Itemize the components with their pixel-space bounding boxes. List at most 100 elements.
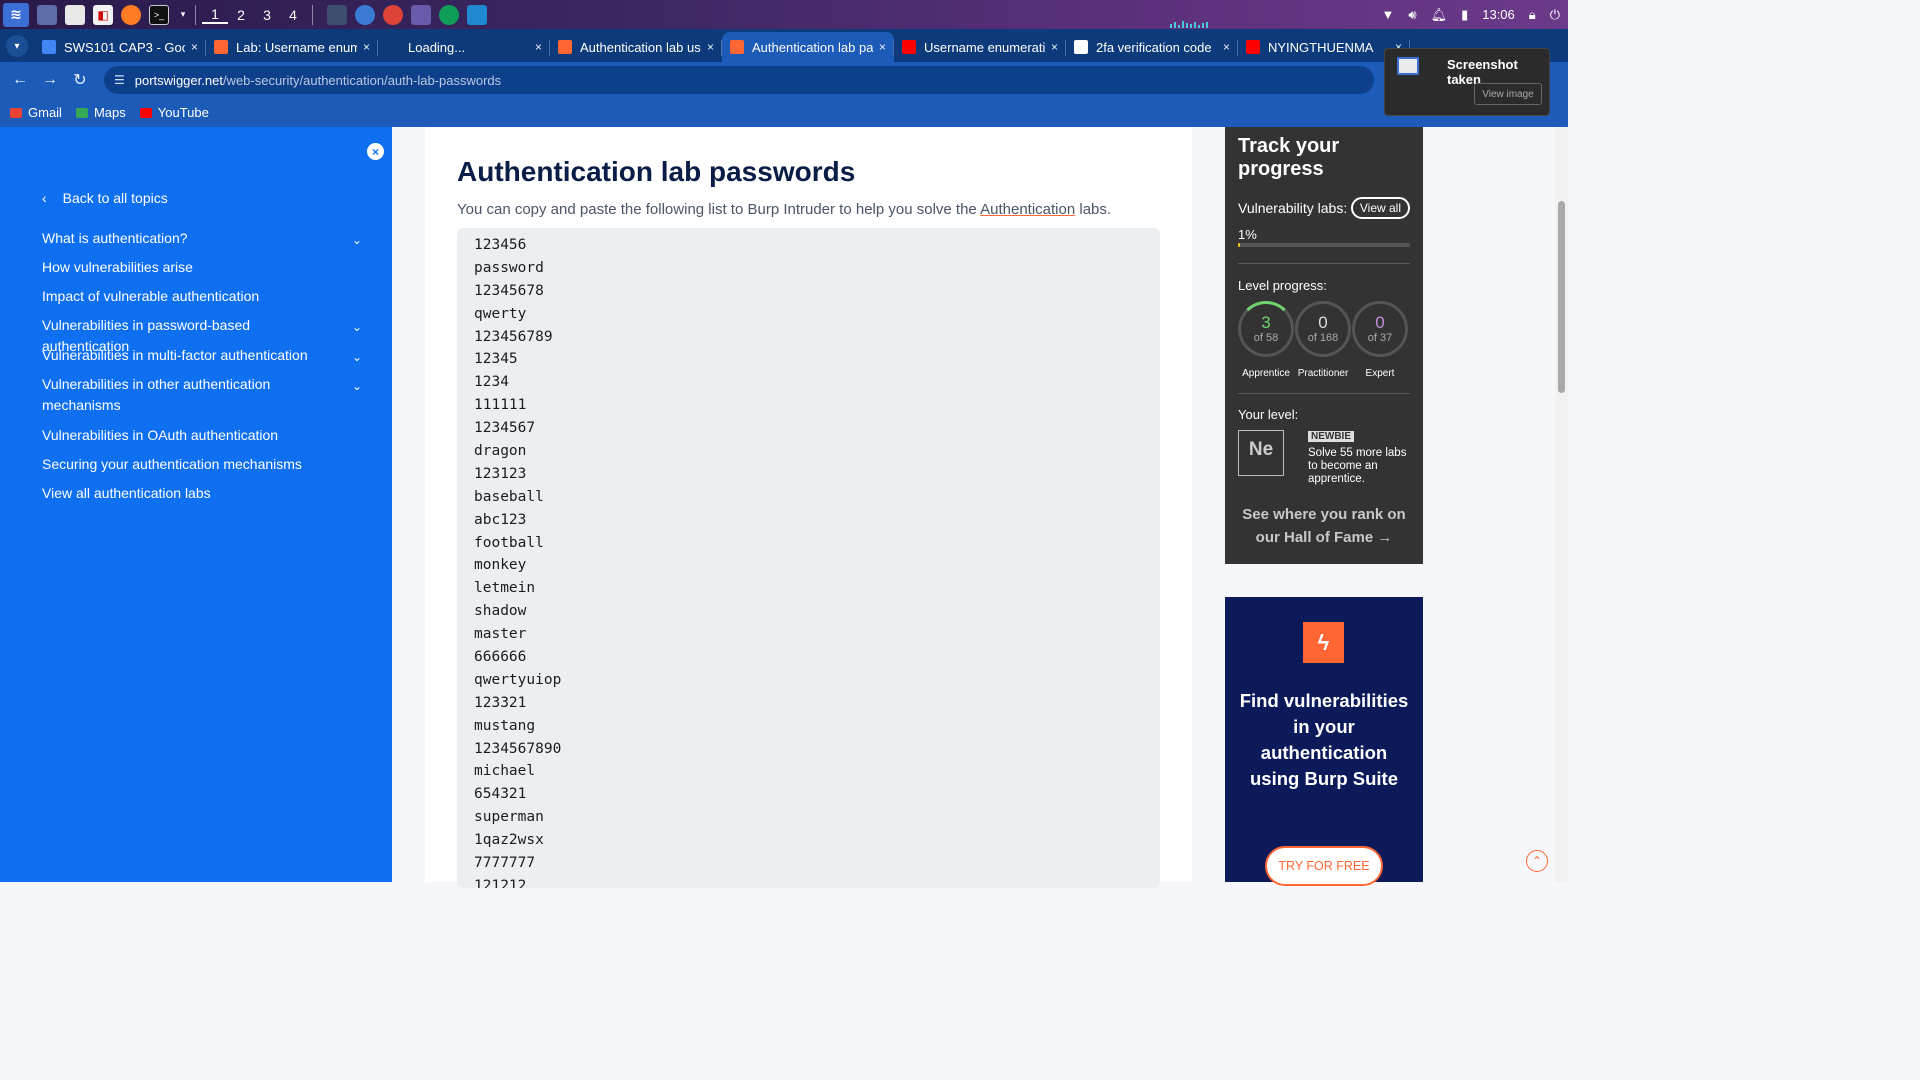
back-arrow-icon[interactable]: ← [6,66,34,94]
file-manager-icon[interactable] [65,4,85,25]
close-tab-icon[interactable]: × [191,40,198,54]
power-icon[interactable]: ⏻ [1550,7,1560,23]
level-ring-expert: 0 of 37 [1352,301,1408,357]
loading-icon [386,40,400,54]
workspace-2[interactable]: 2 [228,7,254,23]
sidebar-item-label: Impact of vulnerable authentication [42,288,260,304]
newbie-badge: NEWBIE [1308,431,1354,442]
sidebar-nav-item[interactable]: Securing your authentication mechanisms [42,454,362,475]
clock[interactable]: 13:06 [1482,7,1515,22]
url-input[interactable]: ☰ portswigger.net /web-security/authenti… [104,66,1374,94]
workspace-4[interactable]: 4 [280,7,306,23]
screen-icon[interactable] [411,4,431,25]
topics-sidebar: × ‹ Back to all topics What is authentic… [0,127,392,882]
try-for-free-button[interactable]: TRY FOR FREE [1265,846,1383,886]
portswigger-icon [730,40,744,54]
sidebar-nav-item[interactable]: View all authentication labs [42,483,362,504]
password-entry: baseball [474,488,544,505]
browser-tab[interactable]: SWS101 CAP3 - Goog × [34,32,206,62]
sidebar-item-label: Vulnerabilities in multi-factor authenti… [42,347,308,363]
browser-tab[interactable]: 2fa verification code × [1066,32,1238,62]
url-path: /web-security/authentication/auth-lab-pa… [222,72,502,88]
site-info-icon[interactable]: ☰ [114,73,125,87]
password-entry: 1234567890 [474,740,562,757]
browser-tab[interactable]: Authentication lab pa × [722,32,894,62]
battery-icon[interactable]: ▮ [1461,7,1468,23]
firefox-icon[interactable] [121,4,141,25]
password-list-code-block[interactable]: 123456 password 12345678 qwerty 123456789 123… [457,228,1160,888]
sidebar-nav-item[interactable]: How vulnerabilities arise [42,257,362,278]
volume-icon[interactable]: 🔊︎ [1408,7,1416,23]
chevron-down-icon[interactable]: ▾ [177,5,189,25]
document-icon[interactable]: ◧ [93,4,113,25]
sidebar-nav-item[interactable]: What is authentication? ⌄ [42,228,362,251]
close-tab-icon[interactable]: × [1051,40,1058,54]
app-launcher-icon[interactable]: ≋ [3,2,29,27]
browser-tab[interactable]: Username enumerati × [894,32,1066,62]
view-all-button[interactable]: View all [1350,197,1410,219]
chromium-icon[interactable] [355,4,375,25]
password-entry: mustang [474,717,536,734]
password-entry: monkey [474,557,527,574]
hall-of-fame-link[interactable]: See where you rank on our Hall of Fame → [1235,503,1413,549]
password-entry: shadow [474,603,527,620]
reload-icon[interactable]: ↻ [66,66,94,94]
progress-heading: Track your progress [1238,135,1340,180]
screenshot-thumbnail [1397,57,1419,75]
authentication-link[interactable]: Authentication [980,201,1075,218]
close-tab-icon[interactable]: × [1223,40,1230,54]
vscode-icon[interactable] [467,4,487,25]
view-image-button[interactable]: View image [1474,83,1542,105]
terminal-icon[interactable]: >_ [149,4,169,25]
close-tab-icon[interactable]: × [707,40,714,54]
tab-title: Authentication lab us [580,39,701,55]
progress-percent: 1% [1238,227,1257,242]
browser-tab[interactable]: Loading... × [378,32,550,62]
workspace-icon[interactable] [37,4,57,25]
password-entry: password [474,259,544,276]
chevron-down-icon[interactable]: ⌄ [352,376,362,416]
close-tab-icon[interactable]: × [363,40,370,54]
notification-bell-icon[interactable]: 🔔︎ [1431,7,1448,23]
back-to-topics-link[interactable]: ‹ Back to all topics [42,190,168,206]
lock-icon[interactable]: 🔒︎ [1529,7,1536,23]
maps-icon [75,107,88,118]
level-count: 3 [1261,313,1271,332]
sidebar-nav-item[interactable]: Impact of vulnerable authentication [42,286,362,307]
sidebar-nav-item[interactable]: Vulnerabilities in OAuth authentication [42,425,362,446]
workspace-3[interactable]: 3 [254,7,280,23]
browser-tab[interactable]: Lab: Username enum × [206,32,378,62]
close-tab-icon[interactable]: × [535,40,542,54]
password-entry: qwerty [474,305,527,322]
burp-icon[interactable] [327,4,347,25]
sidebar-item-label: View all authentication labs [42,485,211,501]
browser-tab[interactable]: Authentication lab us × [550,32,722,62]
forward-arrow-icon[interactable]: → [36,66,64,94]
chevron-down-icon[interactable]: ⌄ [352,230,362,251]
page-scrollbar[interactable] [1555,127,1568,882]
chrome-icon[interactable] [439,4,459,25]
chrome-icon[interactable] [383,4,403,25]
burp-logo-icon: ϟ [1303,622,1344,663]
screenshot-notification[interactable]: Screenshot taken View image [1384,48,1550,116]
password-entry: 123123 [474,465,527,482]
password-entry: dragon [474,443,527,460]
level-badge-icon: Ne [1238,430,1284,476]
password-entry: superman [474,809,544,826]
password-entry: qwertyuiop [474,671,562,688]
close-tab-icon[interactable]: × [879,40,886,54]
workspace-1[interactable]: 1 [202,6,228,24]
close-sidebar-icon[interactable]: × [367,143,384,160]
back-to-top-icon[interactable]: ⌃ [1526,850,1548,872]
bookmark-gmail[interactable]: Gmail [10,105,62,120]
bookmark-youtube[interactable]: YouTube [139,105,209,120]
bookmark-maps[interactable]: Maps [75,105,126,120]
wifi-icon[interactable]: ▼ [1381,7,1394,22]
sidebar-nav-item[interactable]: Vulnerabilities in other authentication … [42,374,362,416]
sidebar-nav-item[interactable]: Vulnerabilities in multi-factor authenti… [42,345,362,368]
chevron-down-icon[interactable]: ⌄ [352,347,362,368]
password-entry: 7777777 [474,855,536,872]
scrollbar-thumb[interactable] [1558,201,1565,393]
tab-search-chevron-icon[interactable]: ▾ [6,35,28,57]
password-entry: 123456789 [474,328,553,345]
